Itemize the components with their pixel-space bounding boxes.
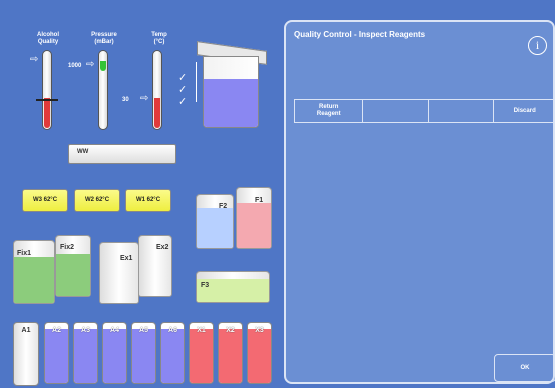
retort-reagent-level — [204, 79, 258, 127]
a4-label: A4 — [110, 327, 119, 334]
alcohol-threshold-marker — [36, 99, 58, 101]
wax-tray[interactable]: WW — [68, 144, 176, 164]
reagent-action-table: Return Reagent Discard — [294, 99, 555, 123]
return-reagent-button[interactable]: Return Reagent — [295, 100, 364, 122]
x2-label: X2 — [226, 327, 235, 334]
alcohol-arrow-icon: ⇨ — [30, 54, 39, 65]
temp-label: Temp (°C) — [151, 32, 167, 45]
temp-value: 30 — [122, 97, 129, 103]
panel-title: Quality Control - Inspect Reagents — [294, 30, 426, 39]
x1-label: X1 — [197, 327, 206, 334]
a3-label: A3 — [81, 327, 90, 334]
ex-bottle-1[interactable]: Ex1 — [99, 242, 139, 304]
x3-label: X3 — [255, 327, 264, 334]
temp-arrow-icon: ⇨ — [140, 93, 149, 104]
reagent-bottle-x1[interactable]: X1 — [189, 322, 214, 384]
a6-label: A6 — [168, 327, 177, 334]
a5-label: A5 — [139, 327, 148, 334]
pressure-label: Pressure (mBar) — [91, 32, 117, 45]
reagent-bottle-x2[interactable]: X2 — [218, 322, 243, 384]
a1-label: A1 — [21, 327, 31, 334]
quality-control-panel: Quality Control - Inspect Reagents i Ret… — [284, 20, 555, 384]
action-column-2[interactable] — [363, 100, 429, 122]
ex1-label: Ex1 — [120, 255, 133, 262]
wax-tray-label: WW — [77, 149, 89, 155]
fix2-label: Fix2 — [60, 244, 75, 251]
retort[interactable] — [203, 56, 259, 128]
formalin-jug-f1[interactable]: F1 — [236, 187, 272, 249]
formalin-f1-label: F1 — [255, 197, 264, 204]
reagent-bottle-a2[interactable]: A2 — [44, 322, 69, 384]
temp-gauge — [152, 50, 162, 130]
a2-label: A2 — [52, 327, 61, 334]
reagent-bottle-a6[interactable]: A6 — [160, 322, 185, 384]
formalin-tray-f3[interactable]: F3 — [196, 271, 270, 303]
formalin-jug-f2[interactable]: F2 — [196, 194, 234, 249]
pressure-value: 1000 — [68, 63, 82, 69]
reagent-bottle-a3[interactable]: A3 — [73, 322, 98, 384]
pressure-arrow-icon: ⇨ — [86, 59, 95, 70]
action-column-3[interactable] — [429, 100, 495, 122]
ex-bottle-2[interactable]: Ex2 — [138, 235, 172, 297]
pressure-gauge — [98, 50, 108, 130]
formalin-f2-label: F2 — [219, 203, 228, 210]
wax-bath-w2[interactable]: W2 62°C — [74, 189, 120, 212]
ex2-label: Ex2 — [156, 244, 169, 251]
check-icons: ✓ ✓ ✓ — [178, 72, 188, 108]
alcohol-quality-gauge — [42, 50, 52, 130]
info-icon[interactable]: i — [528, 36, 547, 55]
wax-bath-w3[interactable]: W3 62°C — [22, 189, 68, 212]
fix1-label: Fix1 — [17, 250, 32, 257]
reagent-bottle-a5[interactable]: A5 — [131, 322, 156, 384]
wax-bath-w1[interactable]: W1 62°C — [125, 189, 171, 212]
reagent-bottle-x3[interactable]: X3 — [247, 322, 272, 384]
discard-button[interactable]: Discard — [494, 100, 555, 122]
formalin-f3-label: F3 — [201, 282, 210, 289]
ok-button[interactable]: OK — [494, 354, 555, 382]
fix-bottle-1[interactable]: Fix1 — [13, 240, 55, 304]
alcohol-quality-label: Alcohol Quality — [37, 32, 59, 45]
reagent-bottle-a4[interactable]: A4 — [102, 322, 127, 384]
reagent-bottle-a1[interactable]: A1 — [13, 322, 39, 386]
fix-bottle-2[interactable]: Fix2 — [55, 235, 91, 297]
